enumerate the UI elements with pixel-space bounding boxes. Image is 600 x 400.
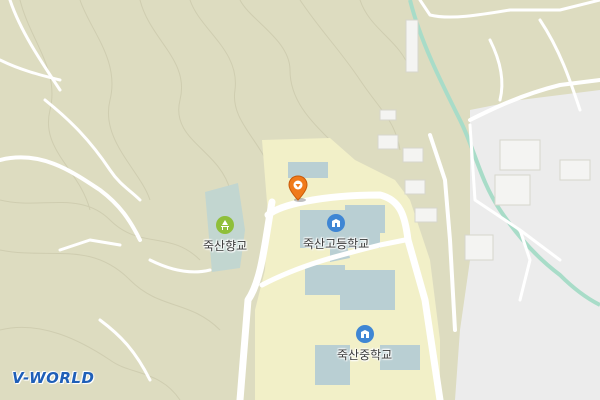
vworld-logo: V-WORLD	[12, 369, 95, 387]
poi-middleschool[interactable]: 죽산중학교	[337, 325, 392, 363]
poi-hyanggyo[interactable]: 죽산향교	[203, 216, 247, 254]
school-icon	[355, 325, 374, 343]
shrine-icon	[216, 216, 235, 234]
poi-highschool[interactable]: 죽산고등학교	[303, 214, 369, 252]
school-icon	[327, 214, 346, 232]
poi-label: 죽산고등학교	[303, 237, 370, 251]
location-pin-icon[interactable]	[287, 175, 309, 207]
poi-label: 죽산중학교	[337, 348, 393, 362]
map-view[interactable]: 죽산향교 죽산고등학교 죽산중학교 V-WORLD	[0, 0, 600, 400]
poi-label: 죽산향교	[203, 239, 248, 253]
